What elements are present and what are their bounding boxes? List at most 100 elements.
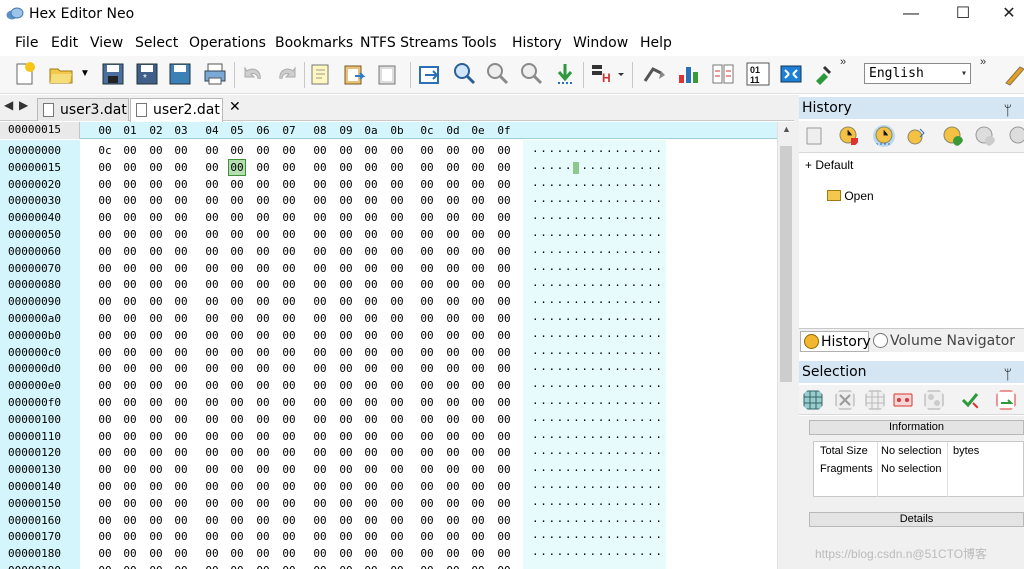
hex-byte[interactable]: 00 [147, 192, 165, 209]
ascii-row[interactable]: ................ [532, 209, 664, 226]
ascii-row[interactable]: ................ [532, 226, 664, 243]
hex-byte[interactable]: 00 [228, 512, 246, 529]
hex-byte[interactable]: 00 [495, 377, 513, 394]
hex-byte[interactable]: 00 [228, 344, 246, 361]
hex-byte[interactable]: 00 [444, 176, 462, 193]
hex-byte[interactable]: 00 [362, 310, 380, 327]
hex-byte[interactable]: 00 [121, 444, 139, 461]
hex-byte[interactable]: 00 [203, 209, 221, 226]
hex-data-area[interactable]: 0c 00 00 00 00 00 00 00 00 00 00 00 00 00 00 00........… [81, 140, 777, 569]
hex-byte[interactable]: 00 [96, 377, 114, 394]
hex-byte[interactable]: 00 [228, 142, 246, 159]
hex-byte[interactable]: 00 [388, 512, 406, 529]
hex-byte[interactable]: 00 [311, 260, 329, 277]
hex-byte[interactable]: 00 [444, 512, 462, 529]
ascii-row[interactable]: ................ [532, 444, 664, 461]
compare-icon[interactable] [710, 61, 736, 87]
hex-byte[interactable]: 00 [362, 394, 380, 411]
hex-byte[interactable]: 00 [311, 394, 329, 411]
hex-byte[interactable]: 00 [147, 276, 165, 293]
hex-byte[interactable]: 00 [172, 142, 190, 159]
hex-byte[interactable]: 00 [203, 377, 221, 394]
find-previous-icon[interactable] [484, 61, 510, 87]
hex-byte[interactable]: 00 [362, 495, 380, 512]
hex-byte[interactable]: 00 [172, 293, 190, 310]
hex-byte[interactable]: 00 [362, 545, 380, 562]
hex-byte[interactable]: 00 [469, 260, 487, 277]
hex-byte[interactable]: 00 [495, 428, 513, 445]
hex-byte[interactable]: 00 [172, 461, 190, 478]
hex-byte[interactable]: 00 [311, 461, 329, 478]
hex-byte[interactable]: 00 [469, 394, 487, 411]
hex-byte[interactable]: 00 [203, 192, 221, 209]
hex-byte[interactable]: 00 [147, 512, 165, 529]
hex-byte[interactable]: 00 [147, 344, 165, 361]
hex-byte[interactable]: 00 [362, 360, 380, 377]
hex-byte[interactable]: 00 [172, 562, 190, 569]
hex-byte[interactable]: 00 [203, 243, 221, 260]
hex-byte[interactable]: 00 [172, 276, 190, 293]
hex-byte[interactable]: 00 [147, 243, 165, 260]
hex-byte[interactable]: 00 [495, 276, 513, 293]
hex-byte[interactable]: 00 [280, 293, 298, 310]
hex-byte[interactable]: 00 [96, 478, 114, 495]
hex-byte[interactable]: 00 [147, 411, 165, 428]
hex-byte[interactable]: 00 [311, 159, 329, 176]
ascii-row[interactable]: ................ [532, 327, 664, 344]
hex-byte[interactable]: 00 [228, 444, 246, 461]
clipboard-icon[interactable] [341, 61, 367, 87]
hex-byte[interactable]: 00 [172, 394, 190, 411]
hex-byte[interactable]: 00 [495, 394, 513, 411]
hex-byte[interactable]: 00 [254, 192, 272, 209]
hex-byte[interactable]: 00 [495, 327, 513, 344]
hex-byte[interactable]: 00 [147, 528, 165, 545]
hex-byte[interactable]: 00 [172, 327, 190, 344]
print-icon[interactable] [202, 61, 228, 87]
hex-byte[interactable]: 00 [362, 528, 380, 545]
hex-byte[interactable]: 00 [280, 495, 298, 512]
hex-byte[interactable]: 00 [172, 209, 190, 226]
history-more-icon[interactable] [1007, 125, 1024, 147]
hex-byte[interactable]: 00 [280, 260, 298, 277]
hex-byte[interactable]: 00 [444, 411, 462, 428]
hex-byte[interactable]: 00 [362, 192, 380, 209]
scroll-thumb[interactable] [780, 146, 792, 382]
hex-byte[interactable]: 00 [203, 394, 221, 411]
hex-byte[interactable]: 00 [203, 310, 221, 327]
hex-byte[interactable]: 00 [254, 176, 272, 193]
hex-byte[interactable]: 00 [96, 192, 114, 209]
hex-byte[interactable]: 00 [418, 327, 436, 344]
hex-byte[interactable]: 00 [280, 562, 298, 569]
hex-byte[interactable]: 00 [147, 478, 165, 495]
hex-byte[interactable]: 00 [280, 411, 298, 428]
hex-byte[interactable]: 00 [362, 428, 380, 445]
hex-byte[interactable]: 00 [254, 327, 272, 344]
hex-byte[interactable]: 00 [228, 545, 246, 562]
hex-byte[interactable]: 00 [228, 360, 246, 377]
hex-byte[interactable]: 00 [147, 327, 165, 344]
structure-icon[interactable] [676, 61, 702, 87]
hex-byte[interactable]: 00 [203, 461, 221, 478]
hex-byte[interactable]: 00 [172, 545, 190, 562]
hex-byte[interactable]: 00 [172, 512, 190, 529]
hex-byte[interactable]: 00 [121, 310, 139, 327]
hex-byte[interactable]: 00 [121, 495, 139, 512]
hex-byte[interactable]: 00 [362, 444, 380, 461]
hex-byte[interactable]: 00 [337, 226, 355, 243]
pushpin-icon[interactable]: ᛘ [1004, 100, 1012, 122]
hex-byte[interactable]: 00 [337, 176, 355, 193]
hex-byte[interactable]: 00 [147, 461, 165, 478]
hex-byte[interactable]: 00 [254, 209, 272, 226]
hex-byte[interactable]: 00 [469, 226, 487, 243]
hex-byte[interactable]: 00 [469, 512, 487, 529]
hex-byte[interactable]: 00 [311, 360, 329, 377]
hex-byte[interactable]: 00 [495, 444, 513, 461]
hex-byte[interactable]: 00 [418, 192, 436, 209]
history-add-icon[interactable] [942, 125, 964, 147]
hex-byte[interactable]: 00 [172, 444, 190, 461]
hex-byte[interactable]: 00 [495, 411, 513, 428]
hex-byte[interactable]: 00 [228, 276, 246, 293]
hex-byte[interactable]: 00 [388, 293, 406, 310]
hex-byte[interactable]: 00 [147, 562, 165, 569]
tab-volume-navigator[interactable]: Volume Navigator [870, 331, 1020, 352]
